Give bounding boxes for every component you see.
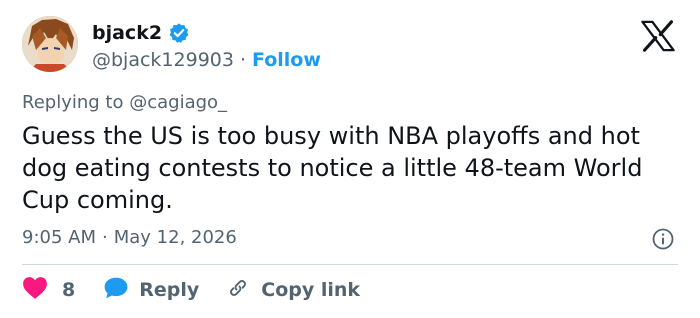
- tweet-time: 9:05 AM: [22, 227, 96, 248]
- replying-to-label: Replying to: [22, 92, 124, 113]
- name-row: bjack2: [92, 20, 190, 46]
- replying-to-line: Replying to @cagiago_: [22, 92, 227, 113]
- handle-row: @bjack129903 · Follow: [92, 47, 321, 73]
- copy-link-label: Copy link: [261, 279, 361, 301]
- tweet-timestamp[interactable]: 9:05 AM · May 12, 2026: [22, 227, 237, 248]
- avatar-image: [22, 16, 78, 72]
- display-name[interactable]: bjack2: [92, 22, 162, 44]
- like-count: 8: [62, 279, 76, 301]
- reply-bubble-icon: [103, 276, 129, 304]
- x-logo-icon[interactable]: [638, 18, 678, 54]
- tweet-text: Guess the US is too busy with NBA playof…: [22, 122, 643, 214]
- user-handle[interactable]: @bjack129903: [92, 49, 234, 71]
- link-icon: [225, 276, 251, 304]
- info-icon[interactable]: [651, 227, 675, 251]
- follow-button[interactable]: Follow: [252, 49, 321, 71]
- heart-icon: [22, 276, 48, 304]
- avatar[interactable]: [22, 16, 78, 72]
- tweet-card: bjack2 @bjack129903 · Follow Replying to…: [0, 0, 700, 318]
- verified-badge-icon: [168, 22, 190, 44]
- like-button[interactable]: 8: [22, 276, 75, 304]
- action-bar: 8 Reply Copy link: [22, 276, 360, 304]
- reply-button[interactable]: Reply: [103, 276, 199, 304]
- handle-separator: ·: [239, 49, 247, 71]
- copy-link-button[interactable]: Copy link: [225, 276, 360, 304]
- timestamp-separator: ·: [102, 227, 108, 248]
- reply-to-handle[interactable]: @cagiago_: [129, 92, 227, 113]
- tweet-date: May 12, 2026: [113, 227, 237, 248]
- reply-label: Reply: [139, 279, 200, 301]
- divider: [22, 264, 678, 265]
